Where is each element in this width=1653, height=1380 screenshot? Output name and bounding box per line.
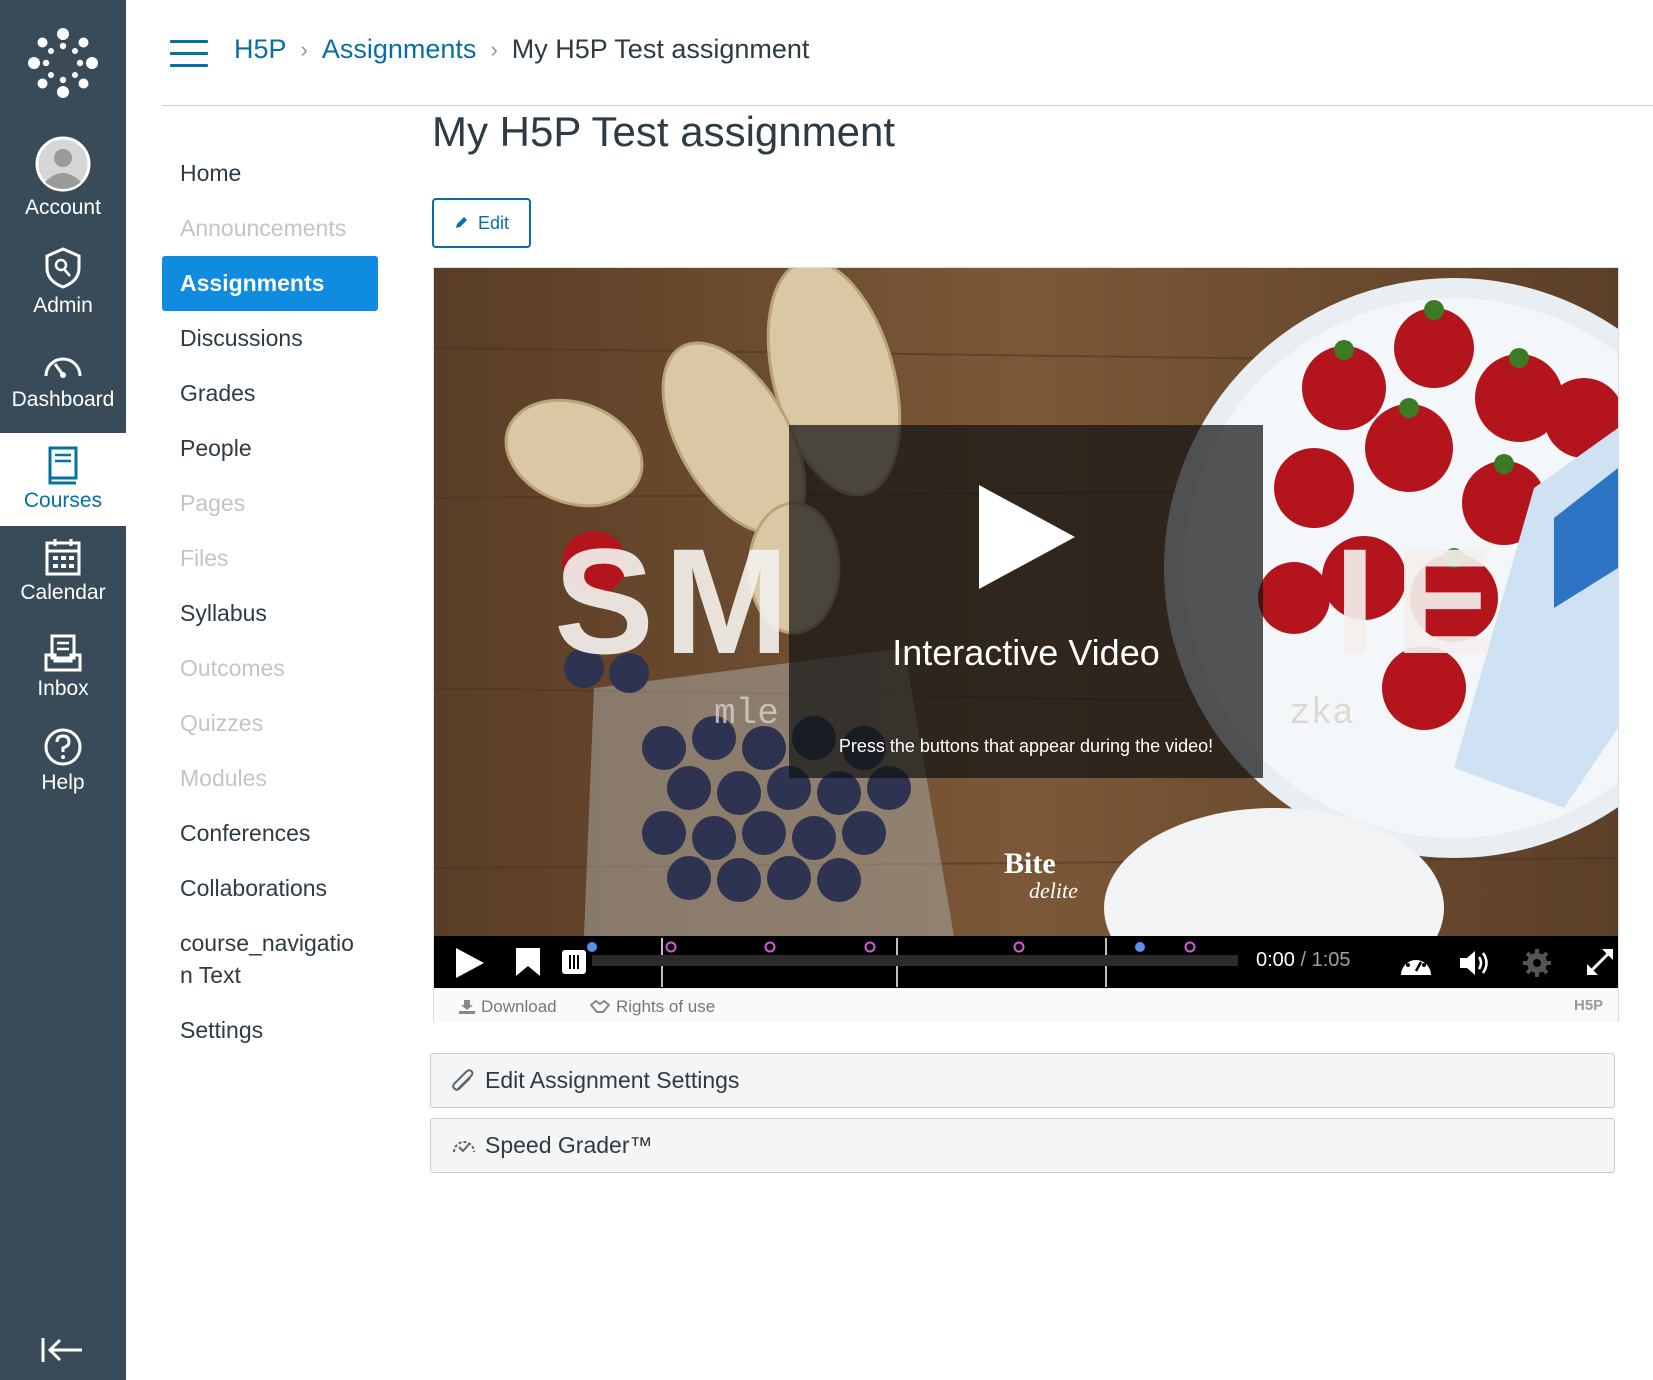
rights-of-use-label: Rights of use [616,997,716,1016]
svg-text:Bite: Bite [1004,847,1056,880]
video-title: Interactive Video [892,632,1160,673]
global-nav-label: Inbox [37,677,89,700]
global-nav-label: Dashboard [11,388,115,411]
video-poster[interactable]: S M I E mle zka Bite delite Interactive … [434,268,1618,936]
course-nav-settings[interactable]: Settings [162,1003,378,1058]
calendar-icon [45,539,81,576]
bookmark-icon[interactable] [516,948,540,976]
seek-bar-markers [587,938,1196,987]
current-time: 0:00 [1256,949,1295,971]
h5p-interactive-video: S M I E mle zka Bite delite Interactive … [433,267,1619,1022]
edit-button-label: Edit [477,212,510,233]
edit-button[interactable]: Edit [432,198,531,248]
video-start-overlay[interactable]: Interactive Video Press the buttons that… [789,425,1263,778]
breadcrumb-assignments-link[interactable]: Assignments [322,34,477,65]
global-nav-label: Admin [33,294,93,317]
global-nav-inbox[interactable]: Inbox [0,633,126,701]
time-display: 0:00 / 1:05 [1256,949,1351,972]
svg-text:mle: mle [714,693,779,734]
quality-gauge-icon[interactable] [1399,949,1433,977]
global-nav-courses[interactable]: Courses [0,433,126,526]
course-nav-discussions[interactable]: Discussions [162,311,378,366]
course-nav-people[interactable]: People [162,421,378,476]
paperclip-icon [452,1068,474,1091]
header-divider [162,105,1653,106]
chapters-icon[interactable] [562,950,586,974]
download-label: Download [481,997,557,1016]
course-nav-syllabus[interactable]: Syllabus [162,586,378,641]
rights-of-use-button[interactable]: Rights of use [590,997,715,1017]
admin-shield-icon [45,247,81,289]
course-nav-quizzes[interactable]: Quizzes [162,696,378,751]
course-nav-outcomes[interactable]: Outcomes [162,641,378,696]
speed-grader-label: Speed Grader™ [485,1132,653,1158]
time-separator: / [1300,949,1307,971]
download-button[interactable]: Download [459,997,557,1017]
svg-text:S: S [554,517,654,685]
duration-time: 1:05 [1311,949,1351,971]
breadcrumb-current: My H5P Test assignment [511,34,810,64]
global-nav-label: Calendar [20,581,106,604]
help-question-icon [44,728,82,766]
global-nav-dashboard[interactable]: Dashboard [0,346,126,412]
canvas-logo-icon[interactable] [28,28,98,98]
breadcrumb-course-link[interactable]: H5P [234,34,287,65]
global-nav-admin[interactable]: Admin [0,246,126,318]
volume-icon[interactable] [1460,949,1494,977]
global-nav-label: Courses [23,489,103,512]
course-nav-modules[interactable]: Modules [162,751,378,806]
play-large-icon [979,485,1075,589]
course-navigation: Home Announcements Assignments Discussio… [162,146,378,1058]
h5p-logo[interactable]: H5P [1574,997,1603,1014]
edit-assignment-settings-label: Edit Assignment Settings [485,1067,740,1093]
handshake-icon [590,1000,610,1013]
collapse-nav-icon[interactable] [40,1335,86,1365]
edit-assignment-settings-button[interactable]: Edit Assignment Settings [430,1053,1615,1108]
playback-speed-icon[interactable] [1239,948,1241,950]
svg-text:zka: zka [1289,693,1354,734]
dashboard-gauge-icon [44,357,82,378]
course-nav-conferences[interactable]: Conferences [162,806,378,861]
speed-grader-check-icon [453,1140,475,1152]
course-nav-collaborations[interactable]: Collaborations [162,861,378,916]
svg-text:delite: delite [1029,878,1078,903]
global-navigation: Account Admin Dashboard Courses Calendar… [0,0,126,1380]
svg-text:E: E [1394,517,1494,685]
seek-bar[interactable] [587,938,1238,987]
page-title: My H5P Test assignment [432,108,895,155]
play-icon[interactable] [456,948,484,978]
global-nav-help[interactable]: Help [0,727,126,795]
course-nav-custom-text[interactable]: course_navigatio n Text [162,916,378,1003]
course-nav-files[interactable]: Files [162,531,378,586]
chevron-right-icon: › [490,36,498,62]
global-nav-account[interactable]: Account [0,136,126,220]
speed-grader-button[interactable]: Speed Grader™ [430,1118,1615,1173]
inbox-icon [44,634,82,672]
global-nav-label: Account [25,196,101,219]
course-nav-home[interactable]: Home [162,146,378,201]
course-nav-grades[interactable]: Grades [162,366,378,421]
course-menu-toggle-icon[interactable] [170,40,208,68]
settings-gear-icon[interactable] [1523,949,1551,977]
course-nav-assignments[interactable]: Assignments [162,256,378,311]
global-nav-calendar[interactable]: Calendar [0,537,126,605]
courses-book-icon [48,446,78,485]
global-nav-label: Help [41,771,85,794]
breadcrumb: H5P › Assignments › My H5P Test assignme… [234,34,809,65]
svg-text:M: M [664,517,789,685]
chevron-right-icon: › [300,36,308,62]
download-icon [459,1000,475,1014]
fullscreen-icon[interactable] [1585,947,1615,977]
pencil-icon [455,217,467,228]
h5p-footer: Download Rights of use H5P [434,988,1618,1022]
course-nav-announcements[interactable]: Announcements [162,201,378,256]
svg-text:I: I [1334,517,1376,685]
course-nav-pages[interactable]: Pages [162,476,378,531]
account-avatar-icon [35,136,91,192]
video-subtitle: Press the buttons that appear during the… [838,736,1214,756]
